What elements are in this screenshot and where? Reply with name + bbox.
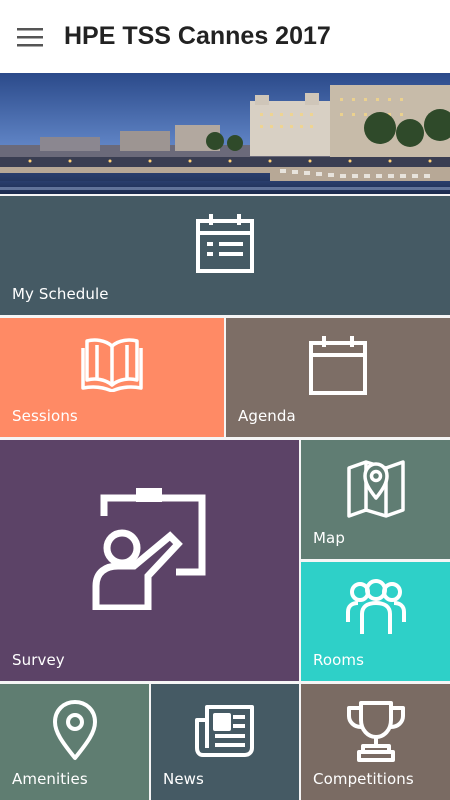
tile-competitions[interactable]: Competitions xyxy=(301,684,450,800)
hamburger-menu-icon xyxy=(17,27,43,46)
tile-sessions[interactable]: Sessions xyxy=(0,318,224,437)
tile-label: Competitions xyxy=(313,770,414,788)
tile-map[interactable]: Map xyxy=(301,440,450,559)
schedule-icon xyxy=(196,214,254,273)
tile-label: Agenda xyxy=(238,407,296,425)
map-pin-icon xyxy=(346,460,405,518)
menu-button[interactable] xyxy=(0,0,60,73)
tile-label: Rooms xyxy=(313,651,365,669)
tile-label: My Schedule xyxy=(12,285,109,303)
tile-amenities[interactable]: Amenities xyxy=(0,684,149,800)
calendar-icon xyxy=(309,336,367,395)
event-banner-image xyxy=(0,73,450,194)
app-bar: HPE TSS Cannes 2017 xyxy=(0,0,450,73)
trophy-icon xyxy=(346,701,405,762)
tile-label: News xyxy=(163,770,204,788)
people-icon xyxy=(345,579,406,634)
book-icon xyxy=(81,338,143,392)
tile-label: Survey xyxy=(12,651,65,669)
presenter-board-icon xyxy=(92,488,205,610)
tile-news[interactable]: News xyxy=(151,684,299,800)
tile-label: Sessions xyxy=(12,407,78,425)
tile-agenda[interactable]: Agenda xyxy=(226,318,450,437)
newspaper-icon xyxy=(195,705,254,757)
app-title: HPE TSS Cannes 2017 xyxy=(64,22,331,50)
tile-label: Map xyxy=(313,529,345,547)
tile-label: Amenities xyxy=(12,770,88,788)
location-pin-icon xyxy=(52,700,97,760)
tile-survey[interactable]: Survey xyxy=(0,440,299,681)
tile-rooms[interactable]: Rooms xyxy=(301,562,450,681)
tile-my-schedule[interactable]: My Schedule xyxy=(0,196,450,315)
